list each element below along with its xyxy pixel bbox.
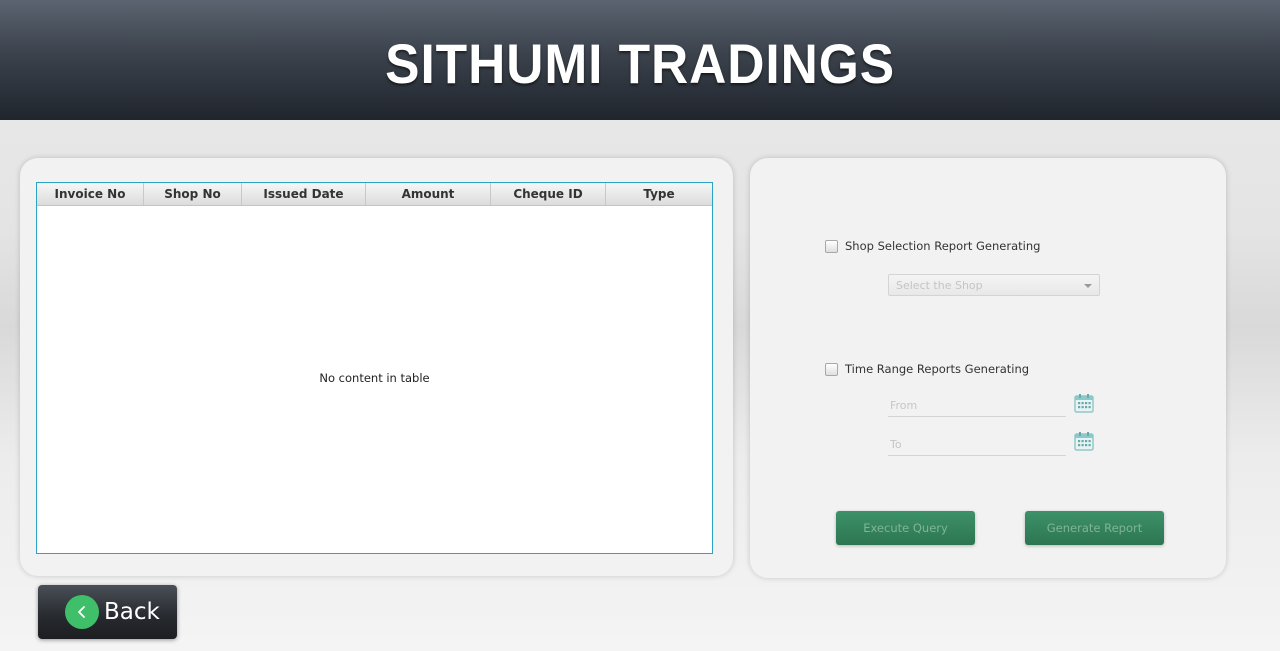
execute-query-button[interactable]: Execute Query <box>836 511 975 545</box>
table-panel: Invoice No Shop No Issued Date Amount Ch… <box>20 158 733 576</box>
app-header: SITHUMI TRADINGS <box>0 0 1280 120</box>
invoice-table[interactable]: Invoice No Shop No Issued Date Amount Ch… <box>36 182 713 554</box>
calendar-icon[interactable] <box>1074 393 1094 413</box>
column-header-amount[interactable]: Amount <box>366 183 491 205</box>
report-options-panel: Shop Selection Report Generating Select … <box>750 158 1226 578</box>
chevron-left-icon <box>65 595 99 629</box>
column-header-shop-no[interactable]: Shop No <box>144 183 242 205</box>
from-date-field[interactable] <box>888 394 1070 417</box>
column-header-type[interactable]: Type <box>606 183 712 205</box>
column-header-invoice-no[interactable]: Invoice No <box>37 183 144 205</box>
time-range-checkbox[interactable] <box>825 362 838 376</box>
table-header: Invoice No Shop No Issued Date Amount Ch… <box>37 183 712 206</box>
app-title: SITHUMI TRADINGS <box>385 31 895 95</box>
calendar-icon[interactable] <box>1074 431 1094 451</box>
generate-report-button[interactable]: Generate Report <box>1025 511 1164 545</box>
column-header-issued-date[interactable]: Issued Date <box>242 183 366 205</box>
shop-selection-label: Shop Selection Report Generating <box>845 239 1041 253</box>
to-date-input[interactable] <box>888 433 1070 455</box>
shop-select[interactable]: Select the Shop <box>888 274 1100 296</box>
table-empty-message: No content in table <box>319 371 430 385</box>
from-date-input[interactable] <box>888 394 1070 416</box>
chevron-down-icon <box>1084 284 1092 288</box>
time-range-label: Time Range Reports Generating <box>845 362 1030 376</box>
back-button[interactable]: Back <box>38 585 177 639</box>
shop-selection-checkbox[interactable] <box>825 239 838 253</box>
time-range-option[interactable]: Time Range Reports Generating <box>825 362 1029 376</box>
shop-select-placeholder: Select the Shop <box>896 278 983 292</box>
back-label: Back <box>104 599 160 625</box>
column-header-cheque-id[interactable]: Cheque ID <box>491 183 606 205</box>
to-date-field[interactable] <box>888 433 1070 456</box>
shop-selection-option[interactable]: Shop Selection Report Generating <box>825 239 1040 253</box>
